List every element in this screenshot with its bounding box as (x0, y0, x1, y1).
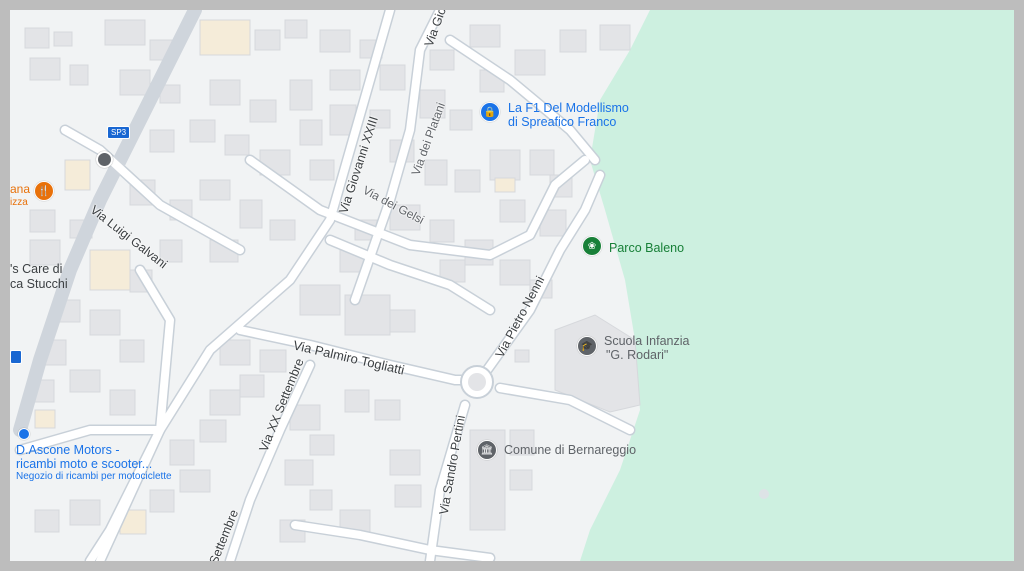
poi-restaurant-line1: ana (10, 182, 31, 196)
shopping-bag-icon[interactable]: 🔒 (480, 102, 500, 122)
poi-restaurant-line2: izza (10, 197, 28, 208)
road-badge-sp3: SP3 (107, 126, 131, 139)
bus-stop-icon[interactable] (96, 151, 113, 168)
poi-ascone-line2: ricambi moto e scooter... (16, 457, 153, 471)
pin-icon[interactable] (18, 428, 30, 440)
small-park-marker (759, 489, 769, 499)
poi-parco-baleno[interactable]: Parco Baleno (609, 241, 684, 255)
park-area (580, 10, 1014, 561)
fork-knife-icon[interactable]: 🍴 (34, 181, 54, 201)
poi-care-partial[interactable]: 's Care di ca Stucchi (10, 262, 68, 292)
poi-scuola-line2: "G. Rodari" (606, 348, 669, 362)
poi-modellismo-line1: La F1 Del Modellismo (508, 101, 629, 115)
poi-restaurant-partial[interactable]: ana izza (10, 183, 30, 209)
poi-scuola-line1: Scuola Infanzia (604, 334, 690, 348)
school-cap-icon[interactable]: 🎓 (577, 336, 597, 356)
poi-scuola-infanzia[interactable]: Scuola Infanzia "G. Rodari" (604, 334, 689, 362)
poi-modellismo-line2: di Spreafico Franco (508, 115, 617, 129)
poi-care-line2: ca Stucchi (10, 277, 68, 291)
road-badge-partial (10, 350, 22, 364)
poi-ascone-line1: D.Ascone Motors - (16, 443, 120, 457)
park-flower-icon[interactable]: ❀ (582, 236, 602, 256)
roundabout-center (468, 373, 486, 391)
poi-ascone-category: Negozio di ricambi per motociclette (16, 471, 172, 482)
poi-comune-bernareggio[interactable]: Comune di Bernareggio (504, 443, 636, 457)
map-viewport[interactable]: Via Giovanni XXIII Via Gio Via dei Plata… (10, 10, 1014, 561)
poi-modellismo[interactable]: La F1 Del Modellismo di Spreafico Franco (508, 101, 629, 129)
poi-care-line1: 's Care di (10, 262, 63, 276)
civic-building-icon[interactable]: 🏛 (477, 440, 497, 460)
poi-ascone-motors[interactable]: D.Ascone Motors - ricambi moto e scooter… (16, 443, 172, 483)
